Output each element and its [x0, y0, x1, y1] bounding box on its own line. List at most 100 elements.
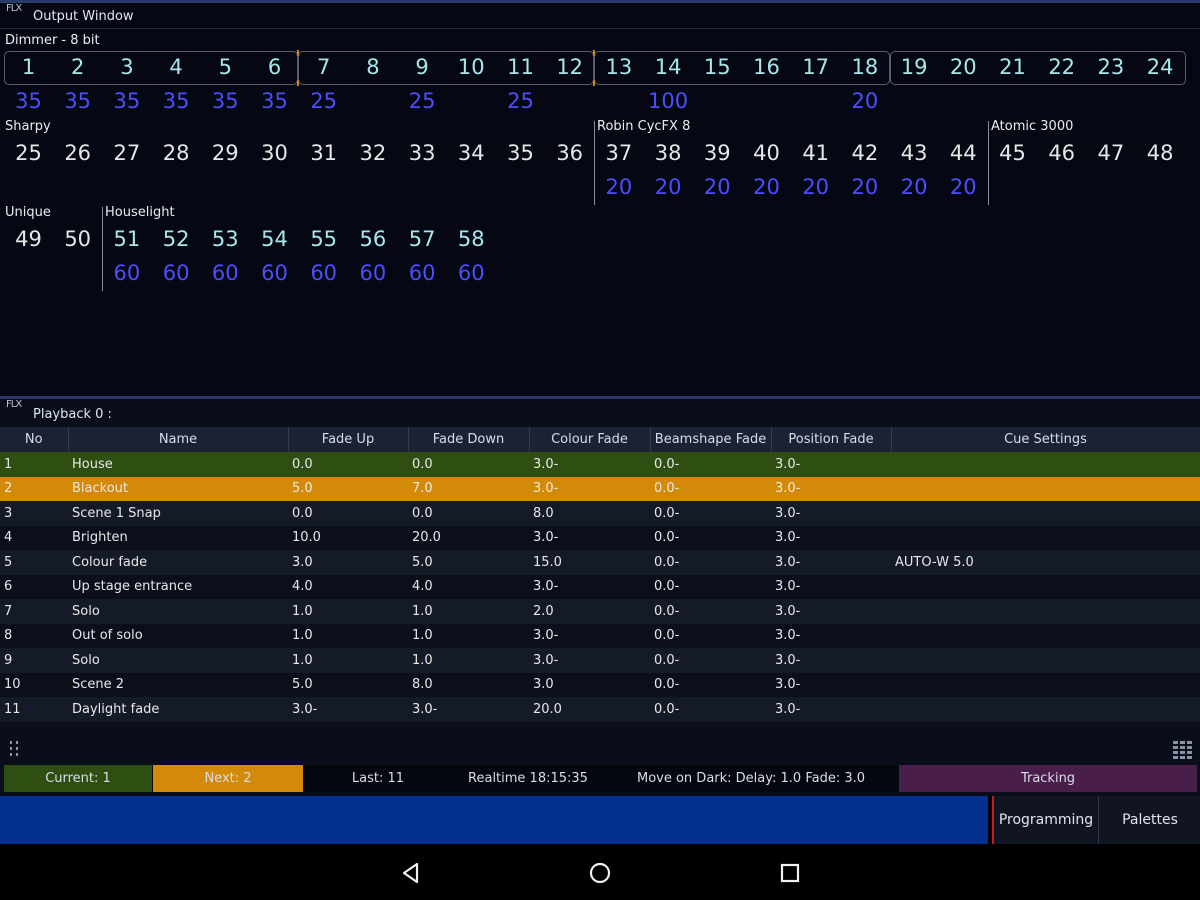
channel-9[interactable]: 9 [398, 55, 447, 79]
channel-29[interactable]: 29 [201, 141, 250, 165]
channel-58[interactable]: 58 [447, 227, 496, 251]
channel-6[interactable]: 6 [250, 55, 299, 79]
channel-24[interactable]: 24 [1136, 55, 1185, 79]
channel-19[interactable]: 19 [890, 55, 939, 79]
channel-33[interactable]: 33 [398, 141, 447, 165]
channel-5[interactable]: 5 [201, 55, 250, 79]
channel-11[interactable]: 11 [496, 55, 545, 79]
channel-40[interactable]: 40 [742, 141, 791, 165]
cue-cell: 10 [0, 672, 68, 697]
programming-button[interactable]: Programming [992, 796, 1098, 844]
channel-55[interactable]: 55 [299, 227, 348, 251]
channel-51[interactable]: 51 [102, 227, 151, 251]
channel-32[interactable]: 32 [348, 141, 397, 165]
channel-47[interactable]: 47 [1086, 141, 1135, 165]
cue-row[interactable]: 3 Scene 1 Snap 0.0 0.0 8.0 0.0- 3.0- [0, 501, 1200, 526]
channel-41[interactable]: 41 [791, 141, 840, 165]
channel-38[interactable]: 38 [644, 141, 693, 165]
palettes-button[interactable]: Palettes [1098, 796, 1200, 844]
tracking-mode-status[interactable]: Tracking [899, 765, 1197, 792]
channel-3[interactable]: 3 [102, 55, 151, 79]
cue-cell: 0.0- [650, 648, 771, 673]
channel-15[interactable]: 15 [693, 55, 742, 79]
move-on-dark-status: Move on Dark: Delay: 1.0 Fade: 3.0 [603, 765, 899, 792]
cue-row[interactable]: 8 Out of solo 1.0 1.0 3.0- 0.0- 3.0- [0, 623, 1200, 648]
channel-20[interactable]: 20 [939, 55, 988, 79]
channel-22[interactable]: 22 [1037, 55, 1086, 79]
channel-8[interactable]: 8 [348, 55, 397, 79]
channel-57[interactable]: 57 [398, 227, 447, 251]
channel-46[interactable]: 46 [1037, 141, 1086, 165]
cue-cell [891, 525, 1200, 550]
cue-row[interactable]: 6 Up stage entrance 4.0 4.0 3.0- 0.0- 3.0- [0, 574, 1200, 599]
channel-52[interactable]: 52 [152, 227, 201, 251]
cue-row[interactable]: 9 Solo 1.0 1.0 3.0- 0.0- 3.0- [0, 648, 1200, 673]
reorder-handle-icon[interactable] [8, 739, 22, 761]
channel-42[interactable]: 42 [840, 141, 889, 165]
channel-14[interactable]: 14 [644, 55, 693, 79]
channel-28[interactable]: 28 [152, 141, 201, 165]
channel-1[interactable]: 1 [4, 55, 53, 79]
channel-37[interactable]: 37 [594, 141, 643, 165]
channel-56[interactable]: 56 [348, 227, 397, 251]
channel-49[interactable]: 49 [4, 227, 53, 251]
column-header[interactable]: Colour Fade [529, 427, 651, 452]
channel-25[interactable]: 25 [4, 141, 53, 165]
channel-48[interactable]: 48 [1136, 141, 1185, 165]
back-icon[interactable] [398, 860, 424, 886]
channel-12[interactable]: 12 [545, 55, 594, 79]
column-header[interactable]: Beamshape Fade [650, 427, 772, 452]
home-icon[interactable] [587, 860, 613, 886]
cue-cell: 0.0- [650, 525, 771, 550]
cue-row[interactable]: 4 Brighten 10.0 20.0 3.0- 0.0- 3.0- [0, 525, 1200, 550]
cue-cell: 0.0 [408, 452, 529, 477]
channel-17[interactable]: 17 [791, 55, 840, 79]
cue-list-header: No Name Fade Up Fade Down Colour Fade Beamsha… [0, 427, 1200, 452]
cue-row[interactable]: 7 Solo 1.0 1.0 2.0 0.0- 3.0- [0, 599, 1200, 624]
channel-45[interactable]: 45 [988, 141, 1037, 165]
channel-2[interactable]: 2 [53, 55, 102, 79]
channel-13[interactable]: 13 [594, 55, 643, 79]
column-header[interactable]: Position Fade [771, 427, 892, 452]
channel-53[interactable]: 53 [201, 227, 250, 251]
channel-36[interactable]: 36 [545, 141, 594, 165]
channel-16[interactable]: 16 [742, 55, 791, 79]
column-header[interactable]: Name [68, 427, 289, 452]
channel-27[interactable]: 27 [102, 141, 151, 165]
cue-cell: 3.0- [771, 672, 891, 697]
column-header[interactable]: Fade Up [288, 427, 409, 452]
cue-row[interactable]: 11 Daylight fade 3.0- 3.0- 20.0 0.0- 3.0- [0, 697, 1200, 722]
channel-35[interactable]: 35 [496, 141, 545, 165]
channel-21[interactable]: 21 [988, 55, 1037, 79]
cue-row[interactable]: 1 House 0.0 0.0 3.0- 0.0- 3.0- [0, 452, 1200, 477]
channel-4[interactable]: 4 [152, 55, 201, 79]
channel-30[interactable]: 30 [250, 141, 299, 165]
channel-44[interactable]: 44 [939, 141, 988, 165]
channel-7[interactable]: 7 [299, 55, 348, 79]
cue-cell: 8 [0, 623, 68, 648]
cue-row[interactable]: 2 Blackout 5.0 7.0 3.0- 0.0- 3.0- [0, 476, 1200, 501]
column-header[interactable]: Cue Settings [891, 427, 1200, 452]
channel-43[interactable]: 43 [890, 141, 939, 165]
cue-row[interactable]: 5 Colour fade 3.0 5.0 15.0 0.0- 3.0- AUTO-W 5.0 [0, 550, 1200, 575]
column-header[interactable]: No [0, 427, 69, 452]
recents-icon[interactable] [777, 860, 803, 886]
channel-10[interactable]: 10 [447, 55, 496, 79]
cue-cell: 8.0 [408, 672, 529, 697]
cue-cell: 3.0- [771, 697, 891, 722]
channel-54[interactable]: 54 [250, 227, 299, 251]
column-header[interactable]: Fade Down [408, 427, 530, 452]
channel-34[interactable]: 34 [447, 141, 496, 165]
channel-level: 20 [703, 175, 731, 199]
last-cue-status: Last: 11 [303, 765, 453, 792]
channel-23[interactable]: 23 [1086, 55, 1135, 79]
cue-row[interactable]: 10 Scene 2 5.0 8.0 3.0 0.0- 3.0- [0, 672, 1200, 697]
channel-39[interactable]: 39 [693, 141, 742, 165]
grid-icon[interactable] [1172, 739, 1194, 761]
channel-31[interactable]: 31 [299, 141, 348, 165]
channel-level: 20 [900, 175, 928, 199]
channel-26[interactable]: 26 [53, 141, 102, 165]
flx-logo: FLX [6, 3, 22, 14]
channel-50[interactable]: 50 [53, 227, 102, 251]
channel-18[interactable]: 18 [840, 55, 889, 79]
